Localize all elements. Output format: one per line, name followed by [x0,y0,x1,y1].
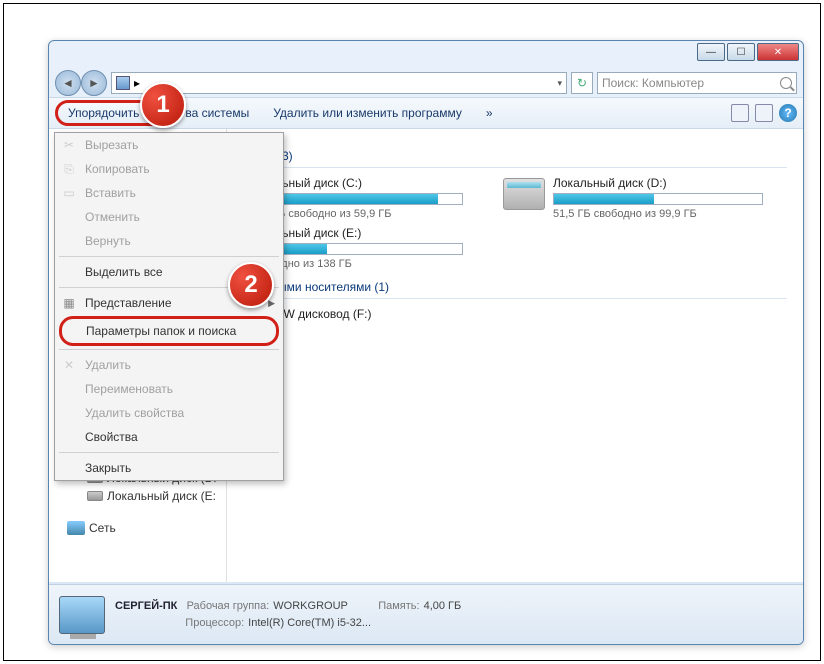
refresh-button[interactable]: ↻ [571,72,593,94]
drive-dvd[interactable]: D RW дисковод (F:) [263,307,463,324]
computer-large-icon [59,596,105,634]
group-hard-disks[interactable]: диски (3) [243,145,787,168]
drive-d[interactable]: Локальный диск (D:) 51,5 ГБ свободно из … [503,176,763,220]
drive-free-text: 7 ГБ свободно из 59,9 ГБ [263,208,463,220]
search-placeholder: Поиск: Компьютер [602,76,704,90]
uninstall-button[interactable]: Удалить или изменить программу [267,103,468,123]
content-pane: диски (3) кальный диск (C:) 7 ГБ свободн… [227,129,803,582]
menu-rename[interactable]: Переименовать [55,377,283,401]
menu-remove-props[interactable]: Удалить свойства [55,401,283,425]
tree-item-disk-e[interactable]: Локальный диск (E: [49,487,226,505]
pc-name: СЕРГЕЙ-ПК [115,600,177,612]
tree-label: Локальный диск (E: [107,489,216,503]
maximize-button[interactable]: ☐ [727,43,755,61]
drive-free-text: ободно из 138 ГБ [263,258,463,270]
menu-separator [59,256,279,257]
cut-icon: ✂ [61,137,77,153]
disk-icon [87,491,103,501]
drive-free-text: 51,5 ГБ свободно из 99,9 ГБ [553,208,763,220]
usage-bar [263,193,463,205]
drive-label: Локальный диск (D:) [553,176,763,190]
preview-pane-button[interactable] [755,104,773,122]
address-arrow: ▸ [134,76,140,90]
network-icon [67,521,85,535]
menu-separator [59,452,279,453]
drive-label: кальный диск (E:) [263,226,463,240]
back-button[interactable]: ◄ [55,70,81,96]
forward-button[interactable]: ► [81,70,107,96]
paste-icon: ▭ [61,185,77,201]
usage-bar [553,193,763,205]
drive-label: кальный диск (C:) [263,176,463,190]
status-text: СЕРГЕЙ-ПК Рабочая группа:WORKGROUP Памят… [115,598,461,631]
drive-c[interactable]: кальный диск (C:) 7 ГБ свободно из 59,9 … [263,176,463,220]
menu-copy[interactable]: ⎘Копировать [55,157,283,181]
menu-paste[interactable]: ▭Вставить [55,181,283,205]
menu-close[interactable]: Закрыть [55,456,283,480]
view-button[interactable] [731,104,749,122]
search-icon [780,77,792,89]
help-button[interactable]: ? [779,104,797,122]
minimize-button[interactable]: — [697,43,725,61]
organize-label: Упорядочить [68,106,139,120]
menu-redo[interactable]: Вернуть [55,229,283,253]
menu-properties[interactable]: Свойства [55,425,283,449]
more-button[interactable]: » [480,103,499,123]
layout-icon: ▦ [61,295,77,311]
menu-cut[interactable]: ✂Вырезать [55,133,283,157]
copy-icon: ⎘ [61,161,77,177]
delete-icon: ✕ [61,357,77,373]
menu-separator [59,349,279,350]
titlebar: — ☐ ✕ [49,41,803,69]
hdd-icon [503,178,545,210]
system-props-button[interactable]: ва системы [179,103,255,123]
callout-1: 1 [140,82,186,128]
status-bar: СЕРГЕЙ-ПК Рабочая группа:WORKGROUP Памят… [49,584,803,644]
address-dropdown-icon[interactable]: ▾ [557,78,562,89]
group-removable[interactable]: съемными носителями (1) [243,276,787,299]
tree-item-network[interactable]: Сеть [49,505,226,537]
menu-delete[interactable]: ✕Удалить [55,353,283,377]
usage-bar [263,243,463,255]
drive-label: D RW дисковод (F:) [263,307,463,321]
menu-folder-options[interactable]: Параметры папок и поиска [59,316,279,346]
menu-undo[interactable]: Отменить [55,205,283,229]
callout-2: 2 [228,262,274,308]
close-button[interactable]: ✕ [757,43,799,61]
tree-label: Сеть [89,521,116,535]
computer-icon [116,76,130,90]
drive-e[interactable]: кальный диск (E:) ободно из 138 ГБ [263,226,463,270]
search-input[interactable]: Поиск: Компьютер [597,72,797,94]
